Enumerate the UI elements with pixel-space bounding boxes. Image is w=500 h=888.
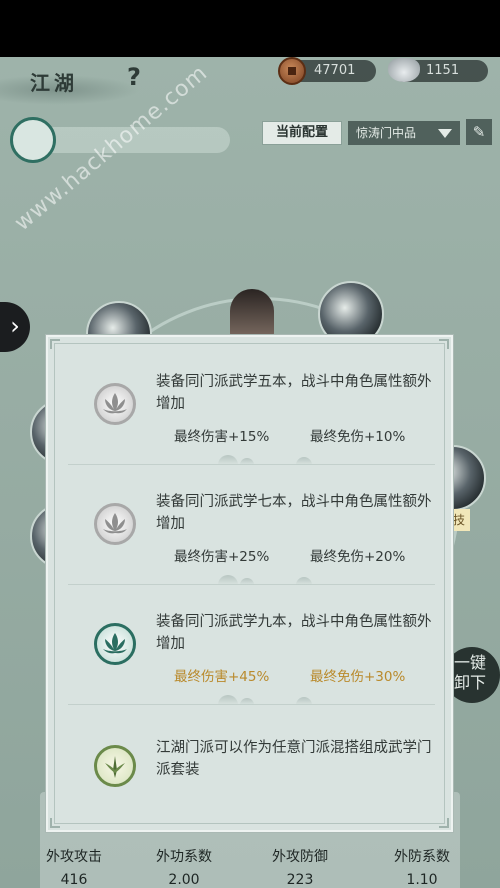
current-config-label: 当前配置 <box>262 121 342 145</box>
mountain-divider <box>68 575 435 589</box>
copper-coin-icon <box>278 57 306 85</box>
sword-emblem-icon <box>94 745 136 787</box>
hill-decoration <box>218 695 238 705</box>
stat-value: 416 <box>60 872 88 888</box>
final-reduction-bonus: 最终免伤+30% <box>310 669 406 685</box>
stat-outer-attack: 外攻攻击 416 <box>24 846 124 888</box>
hill-decoration <box>218 575 238 585</box>
frame-corner <box>439 339 449 349</box>
tier-description: 装备同门派武学九本，战斗中角色属性额外增加 <box>156 614 432 652</box>
hero-portrait <box>230 289 274 339</box>
sect-note-text: 江湖门派可以作为任意门派混搭组成武学门派套装 <box>156 740 432 778</box>
final-damage-bonus: 最终伤害+25% <box>174 549 270 565</box>
stat-defense-coefficient: 外防系数 1.10 <box>372 846 472 888</box>
final-reduction-bonus: 最终免伤+20% <box>310 549 406 565</box>
sect-set-bonus-popup: 装备同门派武学五本，战斗中角色属性额外增加 最终伤害+15% 最终免伤+10% … <box>46 335 453 832</box>
stat-label: 外攻防御 <box>272 849 328 865</box>
help-button[interactable]: ? <box>120 63 148 95</box>
config-dropdown[interactable]: 惊涛门中品 <box>348 121 460 145</box>
lotus-icon <box>94 503 136 545</box>
final-damage-bonus: 最终伤害+15% <box>174 429 270 445</box>
final-damage-bonus: 最终伤害+45% <box>174 669 270 685</box>
bonus-tier-seven: 装备同门派武学七本，战斗中角色属性额外增加 最终伤害+25% 最终免伤+20% <box>48 471 455 590</box>
stat-outer-coefficient: 外功系数 2.00 <box>134 846 234 888</box>
hill-decoration <box>240 698 254 705</box>
lotus-icon <box>94 623 136 665</box>
frame-corner <box>50 339 60 349</box>
lotus-icon <box>94 383 136 425</box>
stat-label: 外功系数 <box>156 849 212 865</box>
hill-decoration <box>296 457 312 465</box>
stat-label: 外攻攻击 <box>46 849 102 865</box>
edit-config-button[interactable]: ✎ <box>466 119 492 145</box>
copper-currency: 47701 <box>278 57 376 85</box>
hill-decoration <box>218 455 238 465</box>
pencil-icon: ✎ <box>472 123 486 141</box>
copper-amount: 47701 <box>314 63 356 78</box>
stat-value: 1.10 <box>406 872 438 888</box>
hill-decoration <box>240 458 254 465</box>
hill-decoration <box>296 577 312 585</box>
hill-decoration <box>296 697 312 705</box>
final-reduction-bonus: 最终免伤+10% <box>310 429 406 445</box>
mountain-divider <box>68 695 435 709</box>
status-bar-area <box>0 0 500 57</box>
silver-currency: 1151 <box>388 58 488 82</box>
stat-value: 2.00 <box>168 872 200 888</box>
chevron-down-icon <box>438 129 452 138</box>
silver-amount: 1151 <box>426 63 460 78</box>
tier-description: 装备同门派武学七本，战斗中角色属性额外增加 <box>156 494 432 532</box>
stat-value: 223 <box>286 872 314 888</box>
jianghu-sect-note: 江湖门派可以作为任意门派混搭组成武学门派套装 <box>48 711 455 820</box>
silver-ingot-icon <box>388 58 420 82</box>
page-title: 江湖 <box>30 71 78 95</box>
sect-lotus-icon[interactable] <box>10 117 56 163</box>
stat-outer-defense: 外攻防御 223 <box>250 846 350 888</box>
tier-description: 装备同门派武学五本，战斗中角色属性额外增加 <box>156 374 432 412</box>
bonus-tier-nine: 装备同门派武学九本，战斗中角色属性额外增加 最终伤害+45% 最终免伤+30% <box>48 591 455 710</box>
bonus-tier-five: 装备同门派武学五本，战斗中角色属性额外增加 最终伤害+15% 最终免伤+10% <box>48 351 455 470</box>
hill-decoration <box>240 578 254 585</box>
config-selected-value: 惊涛门中品 <box>356 126 417 140</box>
stat-label: 外防系数 <box>394 849 450 865</box>
mountain-divider <box>68 455 435 469</box>
